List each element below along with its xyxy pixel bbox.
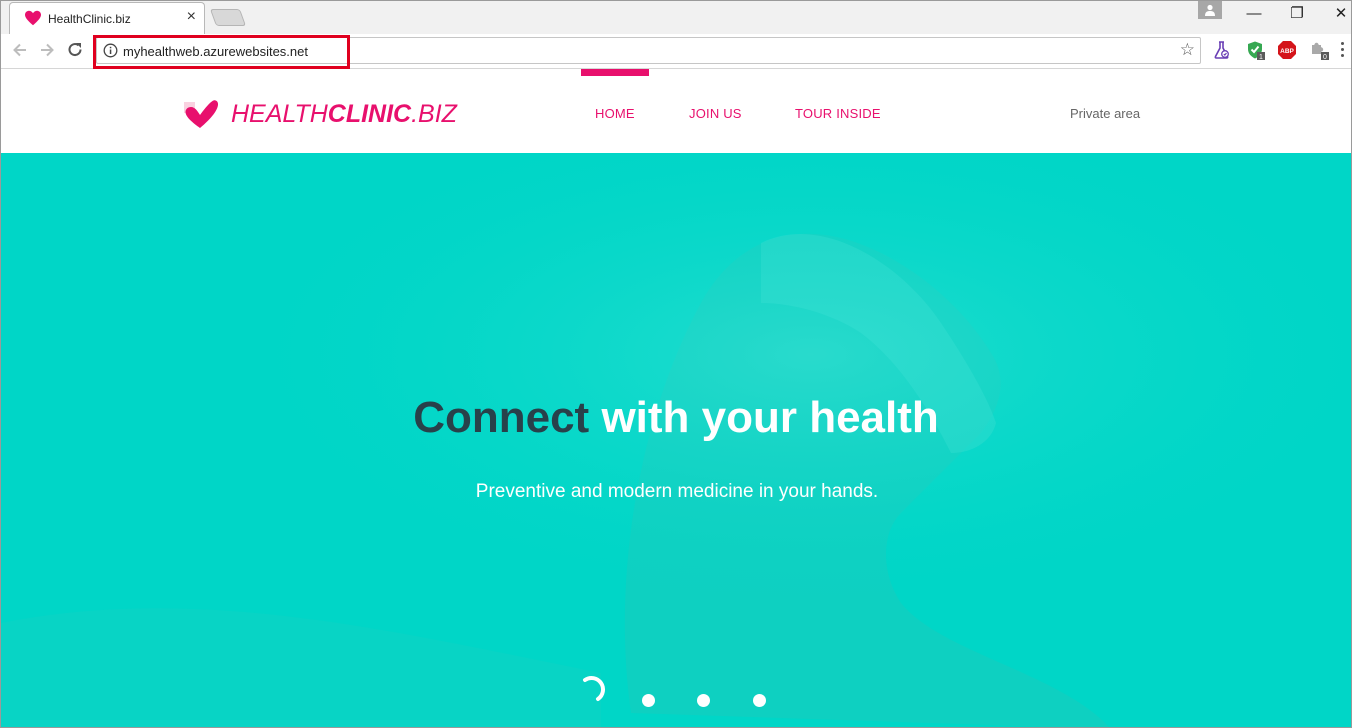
nav-join-us[interactable]: JOIN US xyxy=(689,106,742,121)
site-logo[interactable]: HEALTHCLINIC.BIZ xyxy=(231,100,457,129)
heart-favicon-icon xyxy=(25,10,41,26)
reload-icon[interactable] xyxy=(65,40,85,60)
loading-spinner-icon xyxy=(583,676,605,701)
headline-light-part: with your health xyxy=(601,393,939,442)
tab-strip: HealthClinic.biz × — ❐ ✕ xyxy=(1,1,1351,34)
hero-subtitle: Preventive and modern medicine in your h… xyxy=(475,481,879,502)
carousel-dot[interactable] xyxy=(753,694,766,707)
back-arrow-icon[interactable] xyxy=(10,40,30,60)
browser-tab[interactable]: HealthClinic.biz × xyxy=(9,2,205,34)
browser-menu-icon[interactable] xyxy=(1341,42,1345,60)
nav-tour-inside[interactable]: TOUR INSIDE xyxy=(795,106,881,121)
browser-window: HealthClinic.biz × — ❐ ✕ myhealthweb.azu… xyxy=(0,0,1352,728)
minimize-button[interactable]: — xyxy=(1234,3,1274,25)
tab-close-icon[interactable]: × xyxy=(187,9,196,25)
restore-button[interactable]: ❐ xyxy=(1277,3,1317,25)
private-area-link[interactable]: Private area xyxy=(1070,106,1140,121)
adblock-label: ABP xyxy=(1280,48,1294,55)
logo-part-clinic: CLINIC xyxy=(327,100,412,128)
nav-home[interactable]: HOME xyxy=(595,106,635,121)
url-highlight-box xyxy=(93,35,350,69)
carousel-dot[interactable] xyxy=(642,694,655,707)
profile-button[interactable] xyxy=(1198,1,1222,19)
hero-banner: Connect with your health Preventive and … xyxy=(1,153,1351,727)
adblock-icon[interactable]: ABP xyxy=(1277,40,1297,60)
extension-badge: 1 xyxy=(1259,54,1263,60)
bookmark-star-icon[interactable]: ☆ xyxy=(1180,41,1195,59)
heart-logo-icon[interactable] xyxy=(181,98,221,130)
new-tab-button[interactable] xyxy=(209,9,247,26)
active-nav-indicator xyxy=(581,69,649,76)
hero-headline: Connect with your health xyxy=(1,393,1351,443)
logo-part-health: HEALTH xyxy=(231,100,328,128)
puzzle-icon[interactable]: 0 xyxy=(1309,40,1329,60)
extension-badge: 0 xyxy=(1323,54,1327,60)
forward-arrow-icon[interactable] xyxy=(37,40,57,60)
headline-dark-part: Connect xyxy=(413,393,590,442)
close-window-button[interactable]: ✕ xyxy=(1321,3,1351,25)
person-icon xyxy=(1205,4,1215,16)
tab-title: HealthClinic.biz xyxy=(48,12,131,26)
flask-icon[interactable] xyxy=(1212,40,1232,60)
carousel-dot[interactable] xyxy=(697,694,710,707)
site-header: HEALTHCLINIC.BIZ HOME JOIN US TOUR INSID… xyxy=(1,69,1351,153)
shield-check-icon[interactable]: 1 xyxy=(1245,40,1265,60)
logo-part-biz: .BIZ xyxy=(411,100,457,128)
